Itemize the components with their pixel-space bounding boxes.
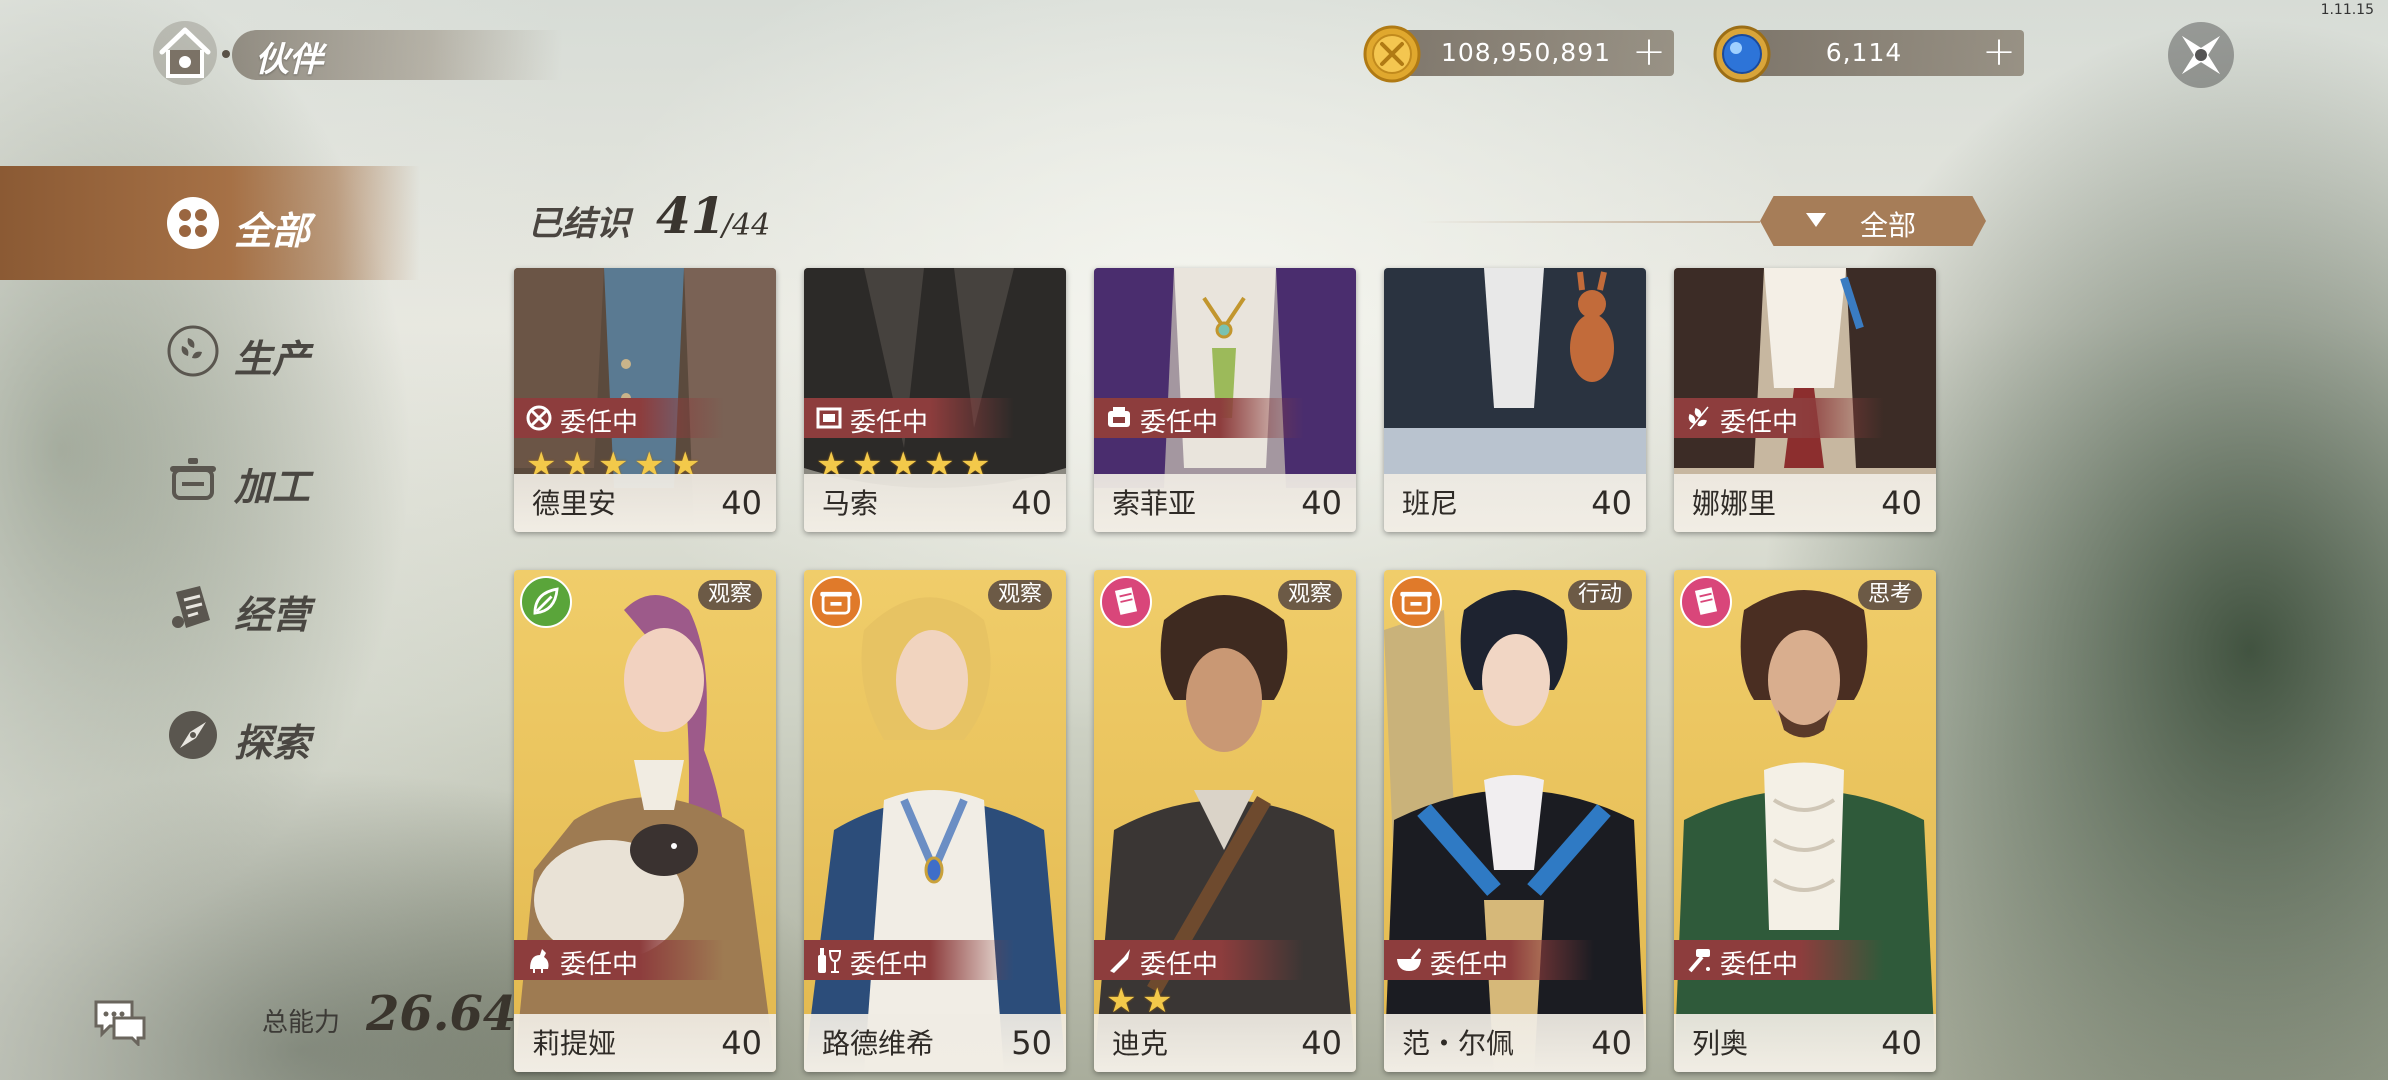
furnace-icon bbox=[1108, 407, 1130, 427]
mixing-bowl-icon bbox=[1397, 948, 1422, 971]
partner-level: 40 bbox=[1011, 484, 1052, 522]
star-icon: ★ bbox=[1106, 981, 1137, 1021]
partner-level: 50 bbox=[1011, 1024, 1052, 1062]
partner-level: 40 bbox=[1881, 484, 1922, 522]
star-icon: ★ bbox=[1142, 981, 1173, 1021]
assignment-status: 委任中 bbox=[804, 940, 1014, 980]
partner-level: 40 bbox=[1591, 1024, 1632, 1062]
partner-card[interactable]: 委任中 娜娜里 40 bbox=[1674, 268, 1936, 532]
partner-name: 范・尔佩 bbox=[1402, 1027, 1515, 1060]
status-label: 委任中 bbox=[1720, 408, 1799, 438]
assignment-status: 委任中 bbox=[1094, 940, 1304, 980]
partner-level: 40 bbox=[1591, 484, 1632, 522]
partner-name: 德里安 bbox=[532, 487, 617, 520]
partner-level: 40 bbox=[1301, 484, 1342, 522]
partner-card[interactable]: 委任中 ★ ★ ★ ★ ★ 德里安 40 bbox=[514, 268, 776, 532]
partner-card[interactable]: 思考 委任中 列奥 40 bbox=[1674, 570, 1936, 1072]
pot-class-icon bbox=[1390, 576, 1442, 628]
assignment-status: 委任中 bbox=[1384, 940, 1594, 980]
assignment-status: 委任中 bbox=[804, 398, 1014, 438]
status-label: 委任中 bbox=[1140, 408, 1219, 438]
partner-card[interactable]: 委任中 ★ ★ ★ ★ ★ 马索 40 bbox=[804, 268, 1066, 532]
knife-icon bbox=[1110, 949, 1130, 973]
partner-grid: 委任中 ★★★★★ 德里安 40 委任中 ★★★★★ 马索 40 bbox=[0, 0, 2388, 1080]
wheat-icon bbox=[1688, 406, 1709, 430]
scroll-class-icon bbox=[1100, 576, 1152, 628]
assignment-status: 委任中 bbox=[514, 398, 724, 438]
status-label: 委任中 bbox=[850, 408, 929, 438]
partner-name: 莉提娅 bbox=[532, 1027, 617, 1060]
hammer-icon bbox=[1688, 949, 1710, 973]
partner-level: 40 bbox=[1301, 1024, 1342, 1062]
tools-icon bbox=[526, 405, 552, 431]
wine-icon bbox=[818, 948, 842, 973]
status-label: 委任中 bbox=[1140, 950, 1219, 980]
status-label: 委任中 bbox=[1430, 950, 1509, 980]
assignment-status: 委任中 bbox=[514, 940, 724, 980]
partner-name: 迪克 bbox=[1112, 1027, 1169, 1060]
partner-card[interactable]: 观察 委任中 ★ ★ 迪克 40 bbox=[1094, 570, 1356, 1072]
partner-card[interactable]: 班尼 40 bbox=[1384, 268, 1646, 532]
partner-card[interactable]: 委任中 索菲亚 40 bbox=[1094, 268, 1356, 532]
status-label: 委任中 bbox=[560, 950, 639, 980]
star-rating: ★ ★ bbox=[1106, 984, 1176, 1018]
partner-card[interactable]: 观察 委任中 莉提娅 40 bbox=[514, 570, 776, 1072]
partner-card[interactable]: 行动 委任中 范・尔佩 40 bbox=[1384, 570, 1646, 1072]
status-label: 委任中 bbox=[850, 950, 929, 980]
role-badge: 行动 bbox=[1567, 580, 1632, 610]
partner-portrait bbox=[804, 570, 1066, 1072]
role-badge: 观察 bbox=[1277, 580, 1342, 610]
partner-name: 班尼 bbox=[1402, 487, 1459, 520]
assignment-status: 委任中 bbox=[1674, 398, 1884, 438]
status-label: 委任中 bbox=[1720, 950, 1799, 980]
role-badge: 思考 bbox=[1857, 580, 1922, 610]
pot-class-icon bbox=[810, 576, 862, 628]
partner-name: 索菲亚 bbox=[1112, 487, 1197, 520]
rooster-icon bbox=[530, 949, 549, 973]
partner-name: 马索 bbox=[822, 487, 879, 520]
status-label: 委任中 bbox=[560, 408, 639, 438]
scroll-class-icon bbox=[1680, 576, 1732, 628]
counter-icon bbox=[816, 407, 842, 429]
partner-portrait bbox=[1384, 570, 1646, 1072]
partner-level: 40 bbox=[721, 484, 762, 522]
partner-card[interactable]: 观察 委任中 路德维希 50 bbox=[804, 570, 1066, 1072]
role-badge: 观察 bbox=[987, 580, 1052, 610]
assignment-status: 委任中 bbox=[1094, 398, 1304, 438]
partner-name: 列奥 bbox=[1692, 1027, 1749, 1060]
leaf-class-icon bbox=[520, 576, 572, 628]
partner-portrait bbox=[1674, 570, 1936, 1072]
partner-portrait bbox=[514, 570, 776, 1072]
role-badge: 观察 bbox=[697, 580, 762, 610]
partner-level: 40 bbox=[1881, 1024, 1922, 1062]
partner-name: 路德维希 bbox=[822, 1027, 935, 1060]
partner-name: 娜娜里 bbox=[1692, 487, 1777, 520]
partner-level: 40 bbox=[721, 1024, 762, 1062]
assignment-status: 委任中 bbox=[1674, 940, 1884, 980]
